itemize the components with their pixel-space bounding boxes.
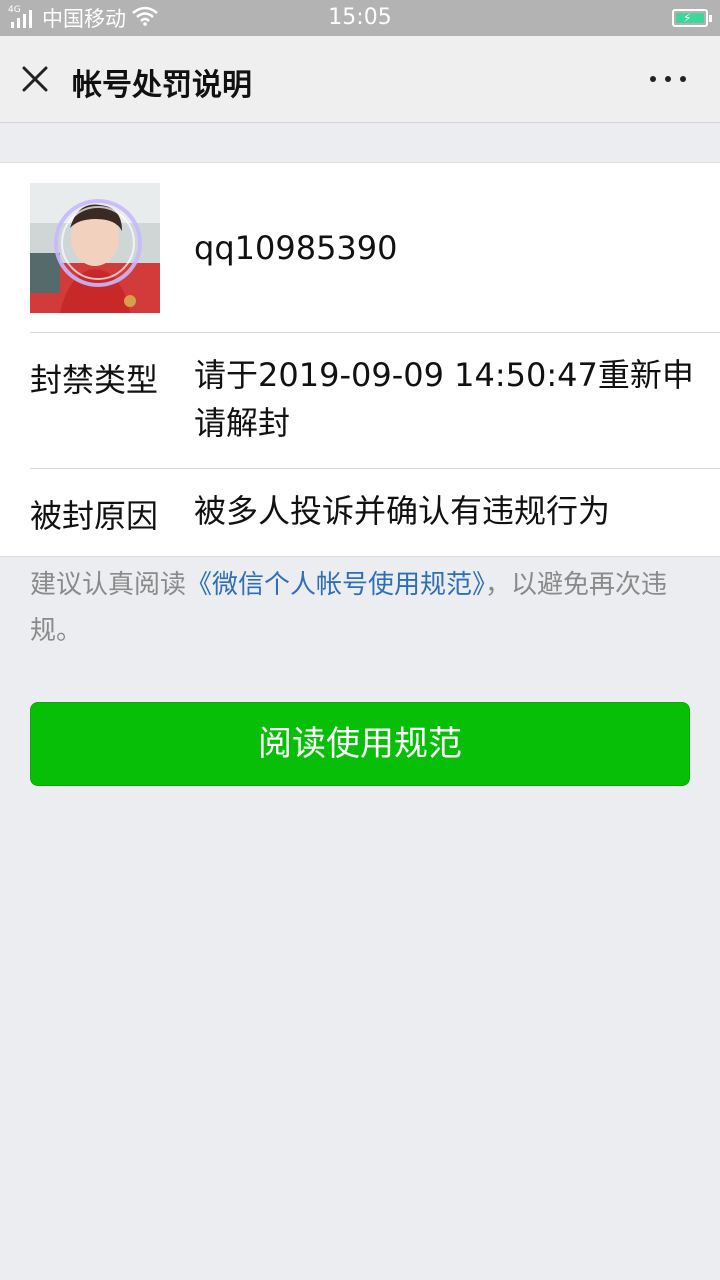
notice-text: 建议认真阅读《微信个人帐号使用规范》，以避免再次违规。 bbox=[30, 562, 690, 654]
account-card: qq10985390 封禁类型 请于2019-09-09 14:50:47重新申… bbox=[0, 162, 720, 557]
rules-link[interactable]: 《微信个人帐号使用规范》 bbox=[186, 570, 485, 600]
reason-value: 被多人投诉并确认有违规行为 bbox=[194, 492, 611, 530]
reason-label: 被封原因 bbox=[30, 497, 159, 535]
divider bbox=[30, 468, 720, 469]
username: qq10985390 bbox=[194, 229, 398, 267]
ban-type-value: 请于2019-09-09 14:50:47重新申请解封 bbox=[194, 356, 694, 442]
page-title: 帐号处罚说明 bbox=[72, 68, 252, 103]
nav-bar: 帐号处罚说明 bbox=[0, 36, 720, 123]
avatar bbox=[30, 183, 160, 313]
status-bar: 4G 中国移动 15:05 ⚡ bbox=[0, 0, 720, 36]
more-icon[interactable] bbox=[650, 76, 686, 82]
notice-prefix: 建议认真阅读 bbox=[30, 570, 187, 600]
read-rules-button[interactable]: 阅读使用规范 bbox=[30, 702, 690, 786]
close-icon[interactable] bbox=[20, 64, 50, 94]
ban-type-label: 封禁类型 bbox=[30, 361, 159, 399]
divider bbox=[30, 332, 720, 333]
battery-icon: ⚡ bbox=[672, 9, 712, 27]
status-time: 15:05 bbox=[328, 5, 392, 30]
